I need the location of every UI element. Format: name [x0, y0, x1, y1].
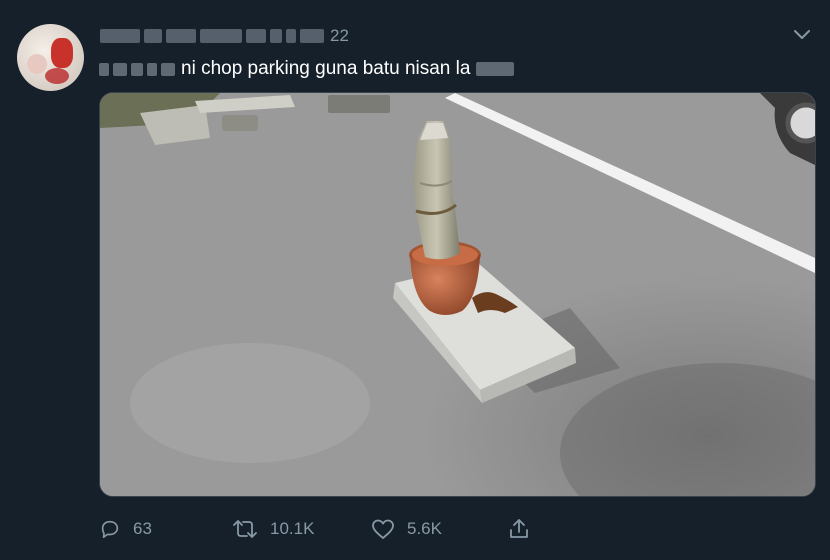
timestamp[interactable]: 22 [330, 26, 349, 46]
heart-icon [372, 519, 394, 539]
like-count: 5.6K [407, 519, 442, 538]
reply-icon [101, 520, 119, 539]
retweet-button[interactable]: 10.1K [232, 518, 314, 540]
tweet-header: 22 [100, 24, 349, 48]
retweet-count: 10.1K [270, 519, 315, 538]
reply-count: 63 [133, 519, 152, 538]
chevron-down-icon[interactable] [792, 25, 812, 43]
tweet-text-content: ni chop parking guna batu nisan la [181, 58, 471, 79]
tweet: 22 ni chop parking guna batu nisan la 63… [0, 0, 830, 560]
reply-button[interactable]: 63 [99, 518, 152, 540]
share-icon [510, 519, 528, 538]
avatar[interactable] [17, 24, 84, 91]
redacted-username[interactable] [100, 29, 324, 43]
redacted-text-suffix [476, 62, 515, 76]
tweet-photo[interactable] [99, 92, 816, 497]
like-button[interactable]: 5.6K [371, 518, 442, 540]
redacted-text [99, 62, 175, 76]
tweet-text: ni chop parking guna batu nisan la [99, 57, 515, 81]
retweet-icon [233, 520, 257, 538]
photo-scene [100, 93, 815, 496]
share-button[interactable] [508, 518, 530, 540]
